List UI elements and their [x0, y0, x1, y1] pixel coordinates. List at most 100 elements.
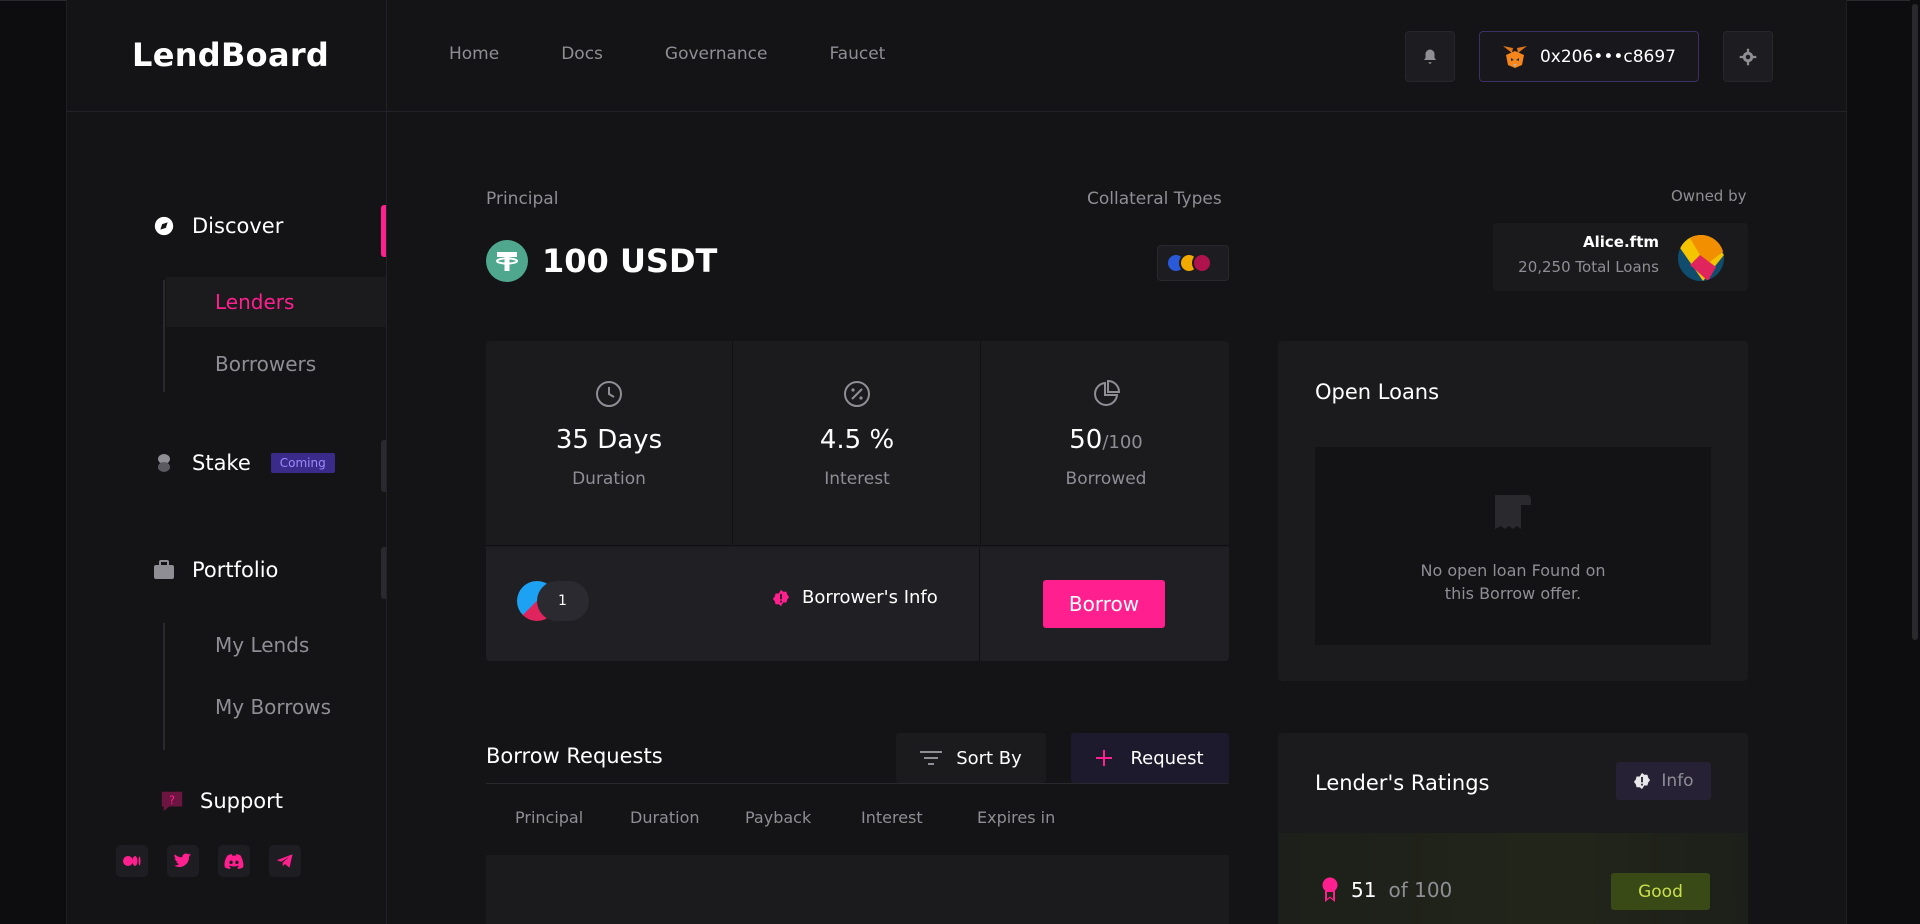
lender-ratings-title: Lender's Ratings — [1315, 771, 1490, 795]
empty-message-line2: this Borrow offer. — [1444, 584, 1582, 603]
award-ribbon-icon — [1322, 877, 1338, 902]
borrowers-info-label: Borrower's Info — [802, 587, 938, 608]
nav-governance[interactable]: Governance — [665, 44, 768, 64]
help-chat-icon: ? — [160, 789, 184, 813]
sidebar-indicator — [381, 547, 386, 599]
sidebar-indicator — [381, 440, 386, 492]
coming-soon-badge: Coming — [270, 453, 335, 473]
column-interest[interactable]: Interest — [861, 808, 977, 827]
sidebar-label-portfolio: Portfolio — [192, 558, 279, 582]
nav-docs[interactable]: Docs — [561, 44, 603, 64]
interest-value: 4.5 % — [819, 425, 895, 455]
percent-icon — [842, 379, 872, 409]
sidebar-item-my-lends[interactable]: My Lends — [166, 620, 386, 670]
sidebar-label-stake: Stake — [192, 451, 251, 475]
borrowed-label: Borrowed — [1065, 469, 1147, 489]
borrowed-amount: 50 — [1069, 425, 1103, 455]
scrollbar-thumb[interactable] — [1912, 4, 1918, 640]
rating-row: 51 of 100 Good — [1278, 833, 1748, 924]
wallet-button[interactable]: 0x206•••c8697 — [1479, 31, 1699, 82]
sort-by-button[interactable]: Sort By — [896, 733, 1046, 783]
clock-icon — [594, 379, 624, 409]
sidebar-divider — [386, 0, 387, 924]
rating-score: 51 of 100 — [1321, 877, 1452, 903]
borrowed-total: /100 — [1102, 432, 1143, 453]
sidebar-item-my-borrows[interactable]: My Borrows — [166, 682, 386, 732]
owner-total-loans: 20,250 Total Loans — [1518, 258, 1659, 276]
info-badge-icon — [1634, 772, 1651, 790]
nav-home[interactable]: Home — [449, 44, 499, 64]
column-duration[interactable]: Duration — [630, 808, 745, 827]
sidebar-active-indicator — [381, 205, 386, 257]
interest-stat: 4.5 % Interest — [734, 341, 981, 546]
borrow-button[interactable]: Borrow — [1043, 580, 1165, 628]
metamask-fox-icon — [1502, 45, 1527, 68]
receipt-icon — [1495, 495, 1531, 529]
page-scrollbar[interactable] — [1910, 0, 1920, 924]
request-button[interactable]: Request — [1071, 733, 1229, 783]
owner-avatar — [1678, 235, 1724, 281]
svg-text:?: ? — [169, 794, 175, 807]
briefcase-icon — [152, 558, 176, 582]
principal-label: Principal — [486, 189, 559, 209]
gear-icon — [1739, 48, 1757, 65]
compass-icon — [152, 214, 176, 238]
ethereum-coin-icon — [1192, 253, 1212, 273]
medium-link[interactable] — [116, 845, 148, 877]
telegram-icon — [276, 854, 293, 868]
medium-icon — [123, 856, 141, 866]
interest-label: Interest — [824, 469, 890, 489]
column-payback[interactable]: Payback — [745, 808, 861, 827]
app-logo[interactable]: LendBoard — [132, 36, 329, 74]
discord-icon — [224, 853, 244, 869]
sidebar-item-discover[interactable]: Discover — [152, 214, 283, 238]
borrow-requests-columns: Principal Duration Payback Interest Expi… — [515, 808, 1055, 827]
borrower-avatars[interactable]: 1 — [517, 581, 592, 621]
open-loans-empty-message: No open loan Found on this Borrow offer. — [1315, 559, 1711, 605]
principal-amount: 100 USDT — [486, 240, 717, 282]
info-badge-icon — [772, 589, 790, 606]
owner-name: Alice.ftm — [1583, 233, 1659, 251]
request-label: Request — [1130, 747, 1204, 769]
collateral-types-chip[interactable] — [1157, 245, 1229, 281]
plus-icon — [1096, 750, 1113, 766]
discord-link[interactable] — [218, 845, 250, 877]
borrower-count: 1 — [537, 581, 589, 621]
rating-out-of: of 100 — [1388, 878, 1453, 902]
pie-chart-icon — [1091, 379, 1121, 409]
ratings-info-label: Info — [1661, 771, 1694, 791]
settings-button[interactable] — [1723, 31, 1773, 82]
sidebar-label-discover: Discover — [192, 214, 284, 238]
open-loans-empty-state: No open loan Found on this Borrow offer. — [1315, 447, 1711, 645]
borrowers-info-link[interactable]: Borrower's Info — [772, 587, 938, 608]
lender-ratings-card: Lender's Ratings Info 51 of 100 Good — [1278, 733, 1748, 924]
twitter-link[interactable] — [167, 845, 199, 877]
rating-grade-badge: Good — [1611, 873, 1710, 910]
ratings-info-button[interactable]: Info — [1616, 762, 1711, 800]
row-separator — [979, 547, 980, 661]
empty-message-line1: No open loan Found on — [1420, 561, 1606, 580]
column-principal[interactable]: Principal — [515, 808, 630, 827]
telegram-link[interactable] — [269, 845, 301, 877]
coins-icon — [152, 451, 176, 475]
notifications-button[interactable] — [1405, 31, 1455, 82]
borrow-requests-table-body — [486, 855, 1229, 924]
open-loans-title: Open Loans — [1315, 380, 1440, 404]
borrowers-row: 1 Borrower's Info Borrow — [486, 547, 1229, 661]
sidebar-label-support: Support — [200, 789, 284, 813]
owner-card[interactable]: Alice.ftm 20,250 Total Loans — [1493, 223, 1748, 291]
column-expires-in[interactable]: Expires in — [977, 808, 1055, 827]
sidebar-item-lenders[interactable]: Lenders — [166, 277, 386, 327]
sidebar-item-stake[interactable]: Stake Coming — [152, 451, 335, 475]
sidebar-subnav-line — [163, 280, 165, 392]
main-nav: Home Docs Governance Faucet — [449, 44, 885, 64]
sidebar-item-borrowers[interactable]: Borrowers — [166, 339, 386, 389]
loan-stats-card: 35 Days Duration 4.5 % Interest 50/100 B… — [486, 341, 1229, 661]
sidebar-item-portfolio[interactable]: Portfolio — [152, 558, 278, 582]
sidebar-item-support[interactable]: ? Support — [160, 789, 283, 813]
owned-by-label: Owned by — [1671, 187, 1747, 205]
sort-by-label: Sort By — [956, 747, 1022, 769]
bell-icon — [1424, 49, 1436, 64]
duration-value: 35 Days — [555, 425, 663, 455]
nav-faucet[interactable]: Faucet — [829, 44, 885, 64]
